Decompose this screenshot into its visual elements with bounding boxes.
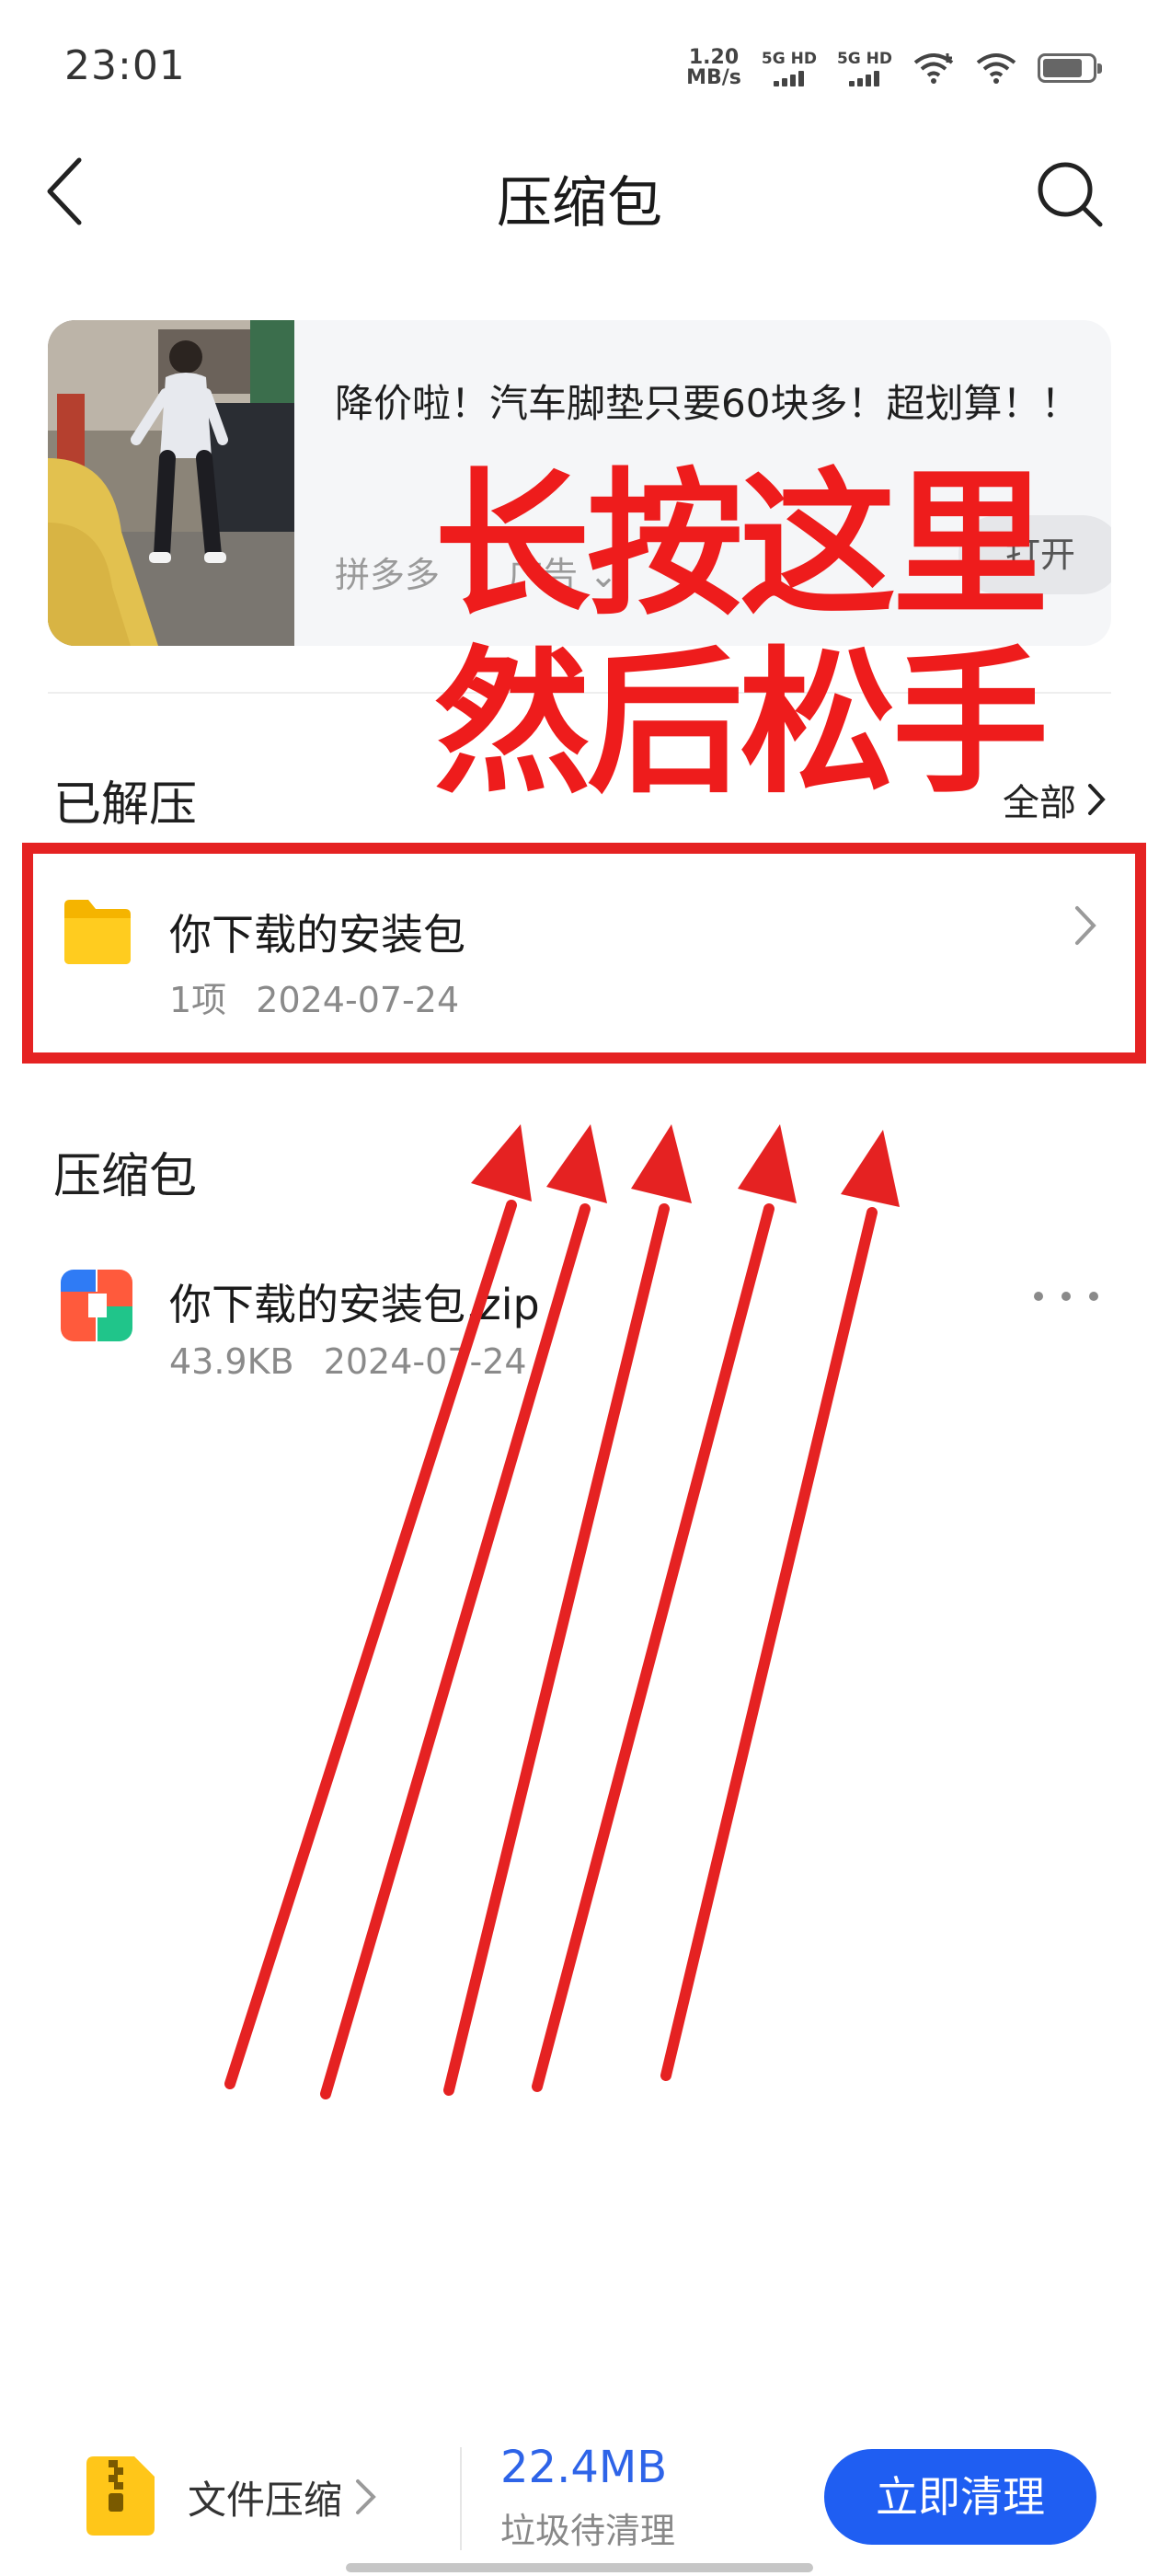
battery-level <box>1043 59 1082 77</box>
ad-source: 拼多多 <box>335 555 441 595</box>
network-speed: 1.20 MB/s <box>686 48 741 88</box>
compressed-files-page: 23:01 1.20 MB/s 5G HD 5G HD 压缩包 降价啦！汽车脚垫… <box>0 0 1159 2576</box>
page-title: 压缩包 <box>497 171 662 236</box>
zip-file-icon <box>61 1270 132 1341</box>
network-speed-unit: MB/s <box>686 66 741 89</box>
sim2-label: 5G HD <box>836 50 892 68</box>
sim1-label: 5G HD <box>761 50 817 68</box>
more-options-button[interactable] <box>1034 1282 1098 1310</box>
archive-file-meta: 43.9KB 2024-07-24 <box>169 1341 527 1382</box>
archive-icon <box>86 2456 155 2536</box>
highlight-box <box>22 843 1146 1064</box>
search-button[interactable] <box>1034 158 1107 232</box>
junk-size: 22.4MB <box>500 2442 668 2493</box>
wifi-icon <box>976 53 1016 84</box>
chevron-right-icon <box>1088 784 1106 815</box>
home-indicator[interactable] <box>346 2563 813 2572</box>
sim1-signal-icon: 5G HD <box>762 50 817 86</box>
ad-title: 降价啦！汽车脚垫只要60块多！超划算！！ <box>335 381 1080 426</box>
ad-thumbnail-image <box>48 320 294 646</box>
junk-label: 垃圾待清理 <box>500 2511 676 2551</box>
archive-file-name: 你下载的安装包.zip <box>169 1280 540 1329</box>
more-dot-icon <box>1034 1292 1043 1301</box>
extracted-section-title: 已解压 <box>53 777 198 833</box>
annotation-line-1: 长按这里 <box>434 454 1049 637</box>
archive-file-size: 43.9KB <box>169 1341 294 1382</box>
archives-section-title: 压缩包 <box>53 1149 198 1204</box>
network-speed-value: 1.20 <box>688 46 740 69</box>
chevron-right-icon <box>356 2479 376 2514</box>
bottom-bar: 文件压缩 22.4MB 垃圾待清理 立即清理 <box>0 2429 1159 2567</box>
battery-icon <box>1038 53 1102 83</box>
status-time: 23:01 <box>64 42 186 89</box>
more-dot-icon <box>1061 1292 1071 1301</box>
divider <box>460 2447 462 2550</box>
annotation-line-2: 然后松手 <box>434 633 1049 815</box>
more-dot-icon <box>1089 1292 1098 1301</box>
archive-file-date: 2024-07-24 <box>323 1341 527 1382</box>
search-icon <box>1038 162 1103 227</box>
clean-now-button[interactable]: 立即清理 <box>824 2449 1096 2545</box>
file-compress-label: 文件压缩 <box>188 2478 343 2523</box>
sim2-signal-icon: 5G HD <box>837 50 892 86</box>
wifi-plus-icon <box>913 53 954 84</box>
status-icons: 1.20 MB/s 5G HD 5G HD <box>686 46 1102 90</box>
